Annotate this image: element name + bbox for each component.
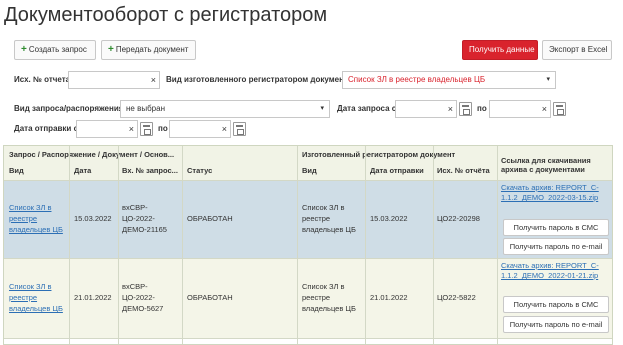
col-header-send-date[interactable]: Дата отправки xyxy=(370,166,424,175)
row-in-number: вхСВР-ЦО-2022-ДЕМО-21165 xyxy=(122,203,167,234)
calendar-icon[interactable] xyxy=(459,102,472,116)
group-header-request: Запрос / Распоряжение / Документ / Основ… xyxy=(9,150,175,159)
create-request-button[interactable]: + Создать запрос xyxy=(14,40,96,60)
row-out-number: ЦО22-5822 xyxy=(437,293,476,302)
row-date: 21.01.2022 xyxy=(74,293,112,302)
archive-download-link[interactable]: Скачать архив: REPORT_C-1.1.2_ДЕМО_2022-… xyxy=(501,183,611,203)
request-date-to-input[interactable]: × xyxy=(489,100,551,118)
row-divider xyxy=(4,180,612,181)
group-header-archive: Ссылка для скачивания архива с документа… xyxy=(501,156,591,174)
get-sms-password-button[interactable]: Получить пароль в СМС xyxy=(503,219,609,236)
col-header-type[interactable]: Вид xyxy=(9,166,24,175)
send-date-to-label: по xyxy=(158,124,168,133)
clear-icon[interactable]: × xyxy=(222,121,227,137)
row-in-number: вхСВР-ЦО-2022-ДЕМО-5627 xyxy=(122,282,164,313)
plus-icon: + xyxy=(108,44,114,55)
get-sms-password-button[interactable]: Получить пароль в СМС xyxy=(503,296,609,313)
request-date-to-label: по xyxy=(477,104,487,113)
page-title: Документооборот с регистратором xyxy=(4,4,328,26)
column-divider xyxy=(365,146,366,344)
col-header-out-number[interactable]: Исх. № отчёта xyxy=(437,166,490,175)
send-document-button[interactable]: + Передать документ xyxy=(101,40,196,60)
request-date-from-input[interactable]: × xyxy=(395,100,457,118)
chevron-down-icon: ▾ xyxy=(320,105,324,112)
doc-type-label: Вид изготовленного регистратором докумен… xyxy=(166,75,353,84)
send-date-to-input[interactable]: × xyxy=(169,120,231,138)
calendar-icon[interactable] xyxy=(553,102,566,116)
send-date-from-input[interactable]: × xyxy=(76,120,138,138)
row-doc-type: Список ЗЛ в реестре владельцев ЦБ xyxy=(302,203,356,234)
report-number-label: Исх. № отчета xyxy=(14,75,71,84)
plus-icon: + xyxy=(21,44,27,55)
col-header-date[interactable]: Дата xyxy=(74,166,91,175)
request-date-label: Дата запроса с xyxy=(337,104,397,113)
row-out-number: ЦО22-20298 xyxy=(437,214,480,223)
row-type-link[interactable]: Список ЗЛ в реестре владельцев ЦБ xyxy=(9,202,67,235)
row-doc-type: Список ЗЛ в реестре владельцев ЦБ xyxy=(302,282,356,313)
col-header-in-number[interactable]: Вх. № запрос... xyxy=(122,166,178,175)
get-email-password-button[interactable]: Получить пароль по e-mail xyxy=(503,238,609,255)
row-status: ОБРАБОТАН xyxy=(187,293,233,302)
col-header-status[interactable]: Статус xyxy=(187,166,212,175)
column-divider xyxy=(69,146,70,344)
calendar-icon[interactable] xyxy=(140,122,153,136)
row-divider xyxy=(4,258,612,259)
row-type-link[interactable]: Список ЗЛ в реестре владельцев ЦБ xyxy=(9,281,67,314)
clear-icon[interactable]: × xyxy=(129,121,134,137)
get-email-password-button[interactable]: Получить пароль по e-mail xyxy=(503,316,609,333)
col-header-doc-type[interactable]: Вид xyxy=(302,166,317,175)
clear-icon[interactable]: × xyxy=(151,72,156,88)
row-status: ОБРАБОТАН xyxy=(187,214,233,223)
column-divider xyxy=(497,146,498,344)
report-number-input[interactable]: × xyxy=(68,71,160,89)
export-excel-button[interactable]: Экспорт в Excel xyxy=(542,40,612,60)
row-date: 15.03.2022 xyxy=(74,214,112,223)
archive-download-link[interactable]: Скачать архив: REPORT_C-1.1.2_ДЕМО_2022-… xyxy=(501,261,611,281)
request-type-label: Вид запроса/распоряжения xyxy=(14,104,124,113)
request-type-select[interactable]: не выбран ▾ xyxy=(120,100,330,118)
documents-table: Запрос / Распоряжение / Документ / Основ… xyxy=(3,145,613,345)
row-send-date: 21.01.2022 xyxy=(370,293,408,302)
column-divider xyxy=(297,146,298,344)
column-divider xyxy=(118,146,119,344)
clear-icon[interactable]: × xyxy=(542,101,547,117)
get-data-button[interactable]: Получить данные xyxy=(462,40,538,60)
row-send-date: 15.03.2022 xyxy=(370,214,408,223)
doc-type-select[interactable]: Список ЗЛ в реестре владельцев ЦБ ▾ xyxy=(342,71,556,89)
clear-icon[interactable]: × xyxy=(448,101,453,117)
send-date-label: Дата отправки с xyxy=(14,124,79,133)
row-divider xyxy=(4,338,612,339)
column-divider xyxy=(182,146,183,344)
calendar-icon[interactable] xyxy=(233,122,246,136)
column-divider xyxy=(433,146,434,344)
chevron-down-icon: ▾ xyxy=(546,76,550,83)
